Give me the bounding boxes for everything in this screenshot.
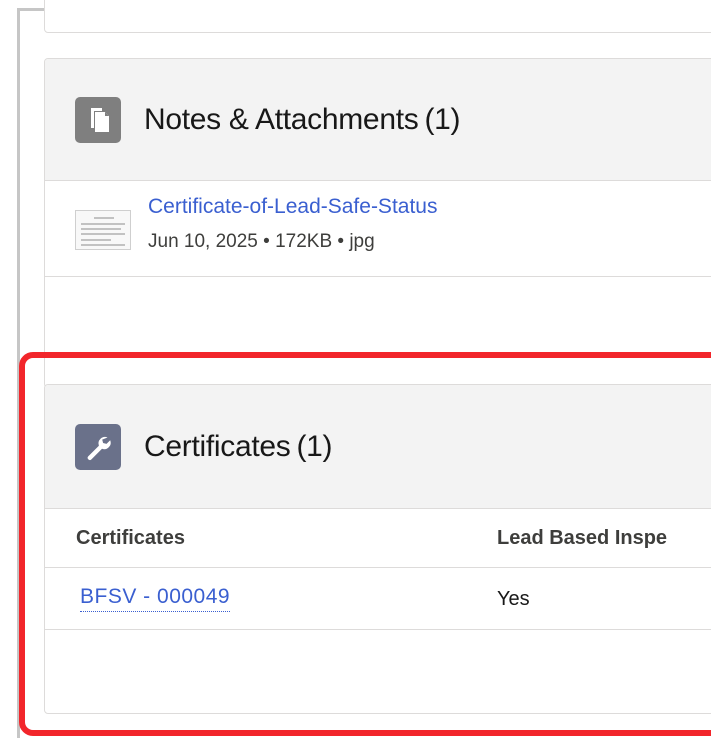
list-item: Certificate-of-Lead-Safe-Status Jun 10, …: [45, 181, 711, 277]
document-icon: [75, 96, 121, 143]
table-row: BFSV - 000049 Yes: [45, 568, 711, 630]
certificates-count: (1): [296, 429, 333, 463]
certificates-header: Certificates (1): [45, 385, 711, 509]
notes-attachments-header: Notes & Attachments (1): [45, 59, 711, 181]
previous-card: [44, 0, 711, 33]
certificates-title[interactable]: Certificates (1): [144, 429, 333, 464]
page-viewport: Notes & Attachments (1) Certificate-of-Le…: [0, 0, 711, 738]
notes-attachments-title[interactable]: Notes & Attachments (1): [144, 102, 461, 137]
file-thumbnail[interactable]: [75, 210, 131, 250]
table-header: Certificates Lead Based Inspe: [45, 509, 711, 568]
attachment-link[interactable]: Certificate-of-Lead-Safe-Status: [148, 195, 437, 219]
certificate-link[interactable]: BFSV - 000049: [80, 585, 231, 612]
wrench-icon: [75, 423, 121, 470]
attachment-meta: Jun 10, 2025 • 172KB • jpg: [148, 231, 375, 252]
column-header-certificates[interactable]: Certificates: [76, 527, 185, 550]
notes-title-text: Notes & Attachments: [144, 102, 419, 136]
lead-based-inspection-value: Yes: [497, 588, 530, 610]
notes-count: (1): [424, 102, 461, 136]
notes-attachments-card: Notes & Attachments (1) Certificate-of-Le…: [44, 58, 711, 388]
certificates-title-text: Certificates: [144, 429, 291, 463]
certificates-card: Certificates (1) Certificates Lead Based …: [44, 384, 711, 714]
column-header-lead-based-inspection[interactable]: Lead Based Inspe: [497, 527, 667, 550]
